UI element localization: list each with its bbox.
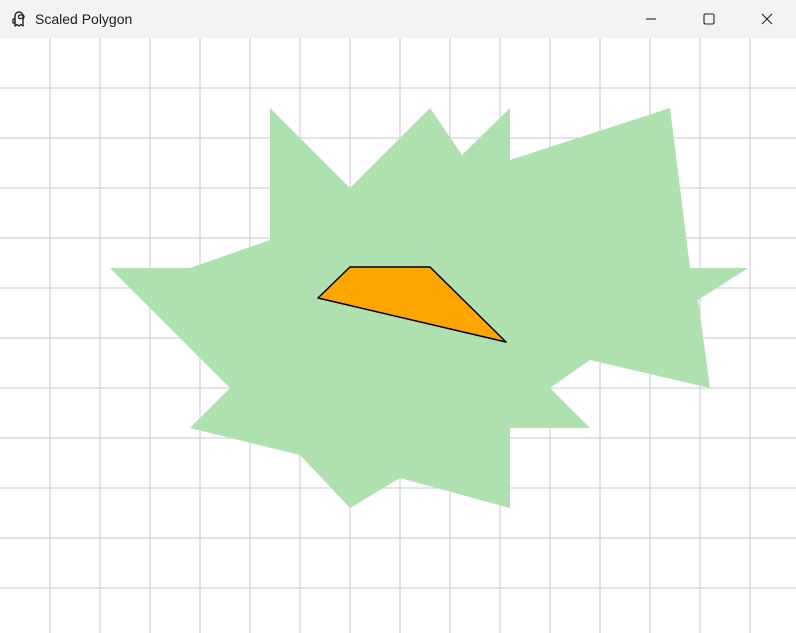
canvas-surface [0, 38, 796, 633]
minimize-icon [646, 18, 656, 20]
title-bar[interactable]: Scaled Polygon [0, 0, 796, 38]
drawing-canvas[interactable] [0, 38, 796, 633]
app-icon [9, 9, 29, 29]
close-button[interactable] [738, 0, 796, 38]
maximize-icon [703, 13, 715, 25]
window-title: Scaled Polygon [35, 11, 133, 27]
close-icon [761, 13, 773, 25]
window-controls [622, 0, 796, 38]
minimize-button[interactable] [622, 0, 680, 38]
app-window: Scaled Polygon [0, 0, 796, 633]
maximize-button[interactable] [680, 0, 738, 38]
